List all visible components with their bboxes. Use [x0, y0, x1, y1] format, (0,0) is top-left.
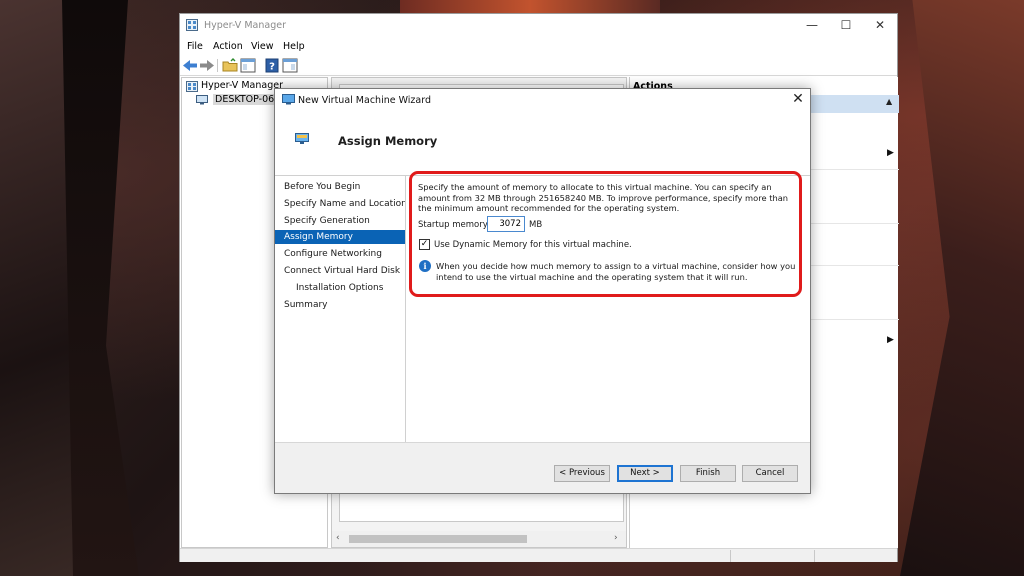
forward-arrow-icon[interactable] [199, 58, 215, 73]
up-folder-icon[interactable] [222, 58, 238, 73]
submenu-arrow-icon[interactable]: ▶ [887, 335, 894, 345]
show-hide-console-tree-icon[interactable] [240, 58, 256, 73]
finish-button[interactable]: Finish [680, 465, 736, 482]
next-button[interactable]: Next > [617, 465, 673, 482]
background-shard [400, 0, 660, 14]
submenu-arrow-icon[interactable]: ▶ [887, 148, 894, 158]
collapse-up-icon[interactable]: ▲ [886, 97, 892, 106]
svg-text:?: ? [269, 62, 275, 73]
back-arrow-icon[interactable] [182, 58, 198, 73]
step-installation-options[interactable]: Installation Options [275, 281, 405, 295]
menu-view[interactable]: View [251, 41, 274, 52]
step-before-you-begin[interactable]: Before You Begin [275, 180, 405, 194]
step-specify-name-location[interactable]: Specify Name and Location [275, 197, 407, 211]
hyperv-app-icon [186, 19, 198, 31]
wizard-footer: < Previous Next > Finish Cancel [275, 442, 810, 493]
step-specify-generation[interactable]: Specify Generation [275, 214, 405, 228]
menu-bar: File Action View Help [180, 38, 897, 56]
scroll-right-icon[interactable]: › [614, 533, 618, 543]
toolbar: ? [180, 56, 897, 76]
menu-file[interactable]: File [187, 41, 203, 52]
highlight-annotation [409, 171, 802, 297]
title-bar[interactable]: Hyper-V Manager — ☐ ✕ [180, 14, 897, 38]
horizontal-scrollbar[interactable]: ‹ › [332, 531, 626, 547]
step-summary[interactable]: Summary [275, 298, 405, 312]
scrollbar-thumb[interactable] [349, 535, 527, 543]
cancel-button[interactable]: Cancel [742, 465, 798, 482]
close-button[interactable]: ✕ [863, 14, 897, 38]
toolbar-separator [217, 59, 218, 72]
menu-action[interactable]: Action [213, 41, 243, 52]
dialog-title-bar[interactable]: New Virtual Machine Wizard ✕ [275, 89, 810, 112]
status-bar [180, 548, 897, 562]
dialog-close-button[interactable]: ✕ [789, 91, 807, 109]
status-separator [814, 550, 815, 562]
wizard-header: Assign Memory [275, 112, 810, 175]
step-assign-memory[interactable]: Assign Memory [275, 230, 405, 244]
virtual-machine-icon [282, 94, 295, 105]
computer-icon [196, 95, 208, 105]
minimize-button[interactable]: — [795, 14, 829, 38]
dialog-title: New Virtual Machine Wizard [298, 95, 431, 106]
previous-button[interactable]: < Previous [554, 465, 610, 482]
status-separator [730, 550, 731, 562]
wizard-step-list: Before You Begin Specify Name and Locati… [275, 176, 407, 442]
help-icon[interactable]: ? [264, 58, 280, 73]
menu-help[interactable]: Help [283, 41, 305, 52]
step-connect-virtual-hard-disk[interactable]: Connect Virtual Hard Disk [275, 264, 405, 278]
maximize-button[interactable]: ☐ [829, 14, 863, 38]
show-hide-action-pane-icon[interactable] [282, 58, 298, 73]
hyperv-manager-icon [186, 81, 198, 92]
new-vm-wizard-dialog: New Virtual Machine Wizard ✕ Assign Memo… [274, 88, 811, 494]
window-title: Hyper-V Manager [204, 20, 286, 31]
wizard-page-title: Assign Memory [338, 134, 438, 148]
tree-item-label: Hyper-V Manager [201, 80, 283, 91]
memory-chip-icon [295, 133, 309, 144]
background-shard [900, 0, 1024, 576]
step-configure-networking[interactable]: Configure Networking [275, 247, 405, 261]
scroll-left-icon[interactable]: ‹ [336, 533, 340, 543]
